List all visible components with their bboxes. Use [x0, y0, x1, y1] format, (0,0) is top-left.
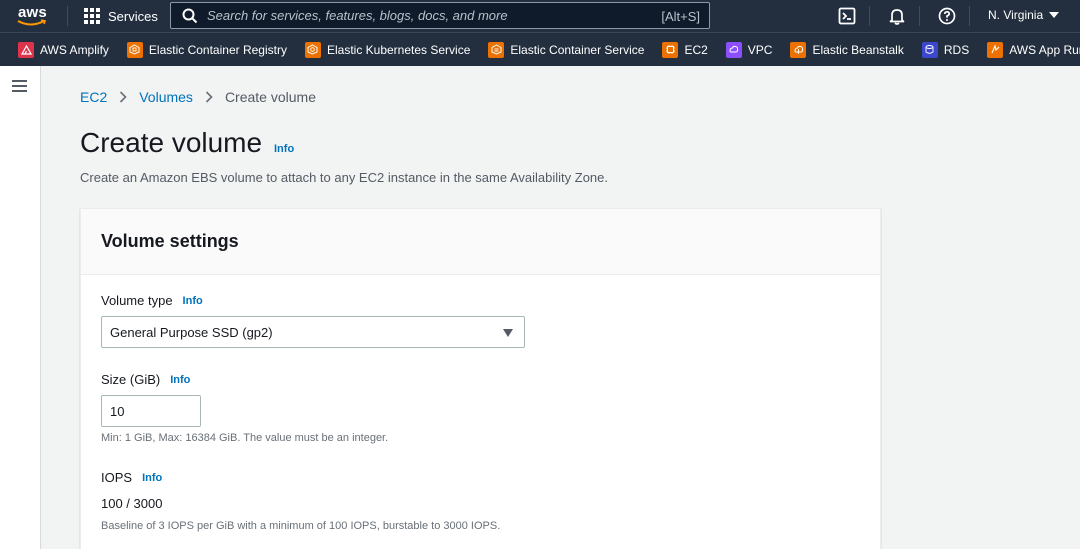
cloudshell-button[interactable] — [837, 6, 857, 26]
page-title: Create volume — [80, 127, 263, 158]
favorite-label: AWS App Runner — [1009, 42, 1080, 57]
breadcrumb: EC2 Volumes Create volume — [80, 89, 316, 105]
size-label: Size (GiB) Info — [101, 372, 190, 387]
favorite-label: VPC — [747, 42, 773, 57]
favorite-ecr[interactable]: Elastic Container Registry — [126, 41, 287, 58]
panel-header: Volume settings — [81, 209, 880, 275]
favorite-amplify[interactable]: AWS Amplify — [18, 41, 109, 58]
eks-icon — [304, 41, 321, 58]
cloudshell-icon — [838, 7, 856, 25]
vpc-icon — [725, 41, 742, 58]
favorite-ecs[interactable]: Elastic Container Service — [488, 41, 645, 58]
rds-icon — [921, 41, 938, 58]
page-info-link[interactable]: Info — [274, 143, 294, 155]
iops-label: IOPS Info — [101, 470, 162, 485]
volume-type-value: General Purpose SSD (gp2) — [110, 324, 273, 340]
favorite-label: RDS — [943, 42, 970, 57]
services-label: Services — [108, 8, 158, 24]
breadcrumb-ec2[interactable]: EC2 — [80, 89, 107, 105]
notifications-button[interactable] — [887, 6, 907, 26]
menu-toggle-button[interactable] — [12, 80, 27, 92]
iops-value: 100 / 3000 — [101, 496, 163, 511]
search-input[interactable] — [207, 8, 637, 23]
hamburger-icon — [12, 80, 27, 82]
breadcrumb-current: Create volume — [224, 89, 316, 105]
favorite-eks[interactable]: Elastic Kubernetes Service — [304, 41, 471, 58]
ec2-icon — [662, 41, 679, 58]
beanstalk-icon — [790, 41, 807, 58]
size-hint: Min: 1 GiB, Max: 16384 GiB. The value mu… — [101, 432, 389, 444]
chevron-right-icon — [205, 91, 213, 103]
aws-smile-icon — [17, 19, 47, 26]
favorite-rds[interactable]: RDS — [921, 41, 970, 58]
size-label-text: Size (GiB) — [101, 372, 161, 387]
bell-icon — [889, 9, 905, 25]
caret-down-icon — [1049, 12, 1060, 18]
breadcrumb-volumes[interactable]: Volumes — [139, 89, 193, 105]
iops-label-text: IOPS — [101, 470, 133, 485]
apprunner-icon — [987, 41, 1004, 58]
favorite-label: AWS Amplify — [40, 42, 109, 57]
region-selector[interactable]: N. Virginia — [988, 8, 1060, 22]
search-icon — [182, 8, 198, 23]
volume-type-label-text: Volume type — [101, 293, 173, 308]
volume-settings-panel: Volume settings Volume type Info General… — [80, 208, 881, 549]
favorite-label: Elastic Kubernetes Service — [326, 42, 471, 57]
volume-type-label: Volume type Info — [101, 293, 203, 308]
services-menu-button[interactable]: Services — [84, 6, 158, 26]
favorite-ec2[interactable]: EC2 — [662, 41, 708, 58]
ecr-icon — [126, 41, 143, 58]
iops-info-link[interactable]: Info — [142, 472, 162, 484]
favorites-bar: AWS Amplify Elastic Container Registry E… — [0, 32, 1080, 66]
search-bar[interactable]: [Alt+S] — [170, 2, 710, 29]
favorite-label: EC2 — [684, 42, 708, 57]
search-shortcut: [Alt+S] — [661, 9, 700, 24]
nav-divider — [919, 6, 920, 26]
favorite-label: Elastic Container Registry — [148, 42, 287, 57]
panel-title: Volume settings — [101, 231, 239, 251]
volume-type-info-link[interactable]: Info — [183, 295, 203, 307]
nav-divider — [67, 6, 68, 26]
nav-divider — [869, 6, 870, 26]
region-label: N. Virginia — [988, 8, 1044, 22]
size-input[interactable] — [101, 395, 201, 427]
grid-icon — [84, 8, 100, 24]
favorite-beanstalk[interactable]: Elastic Beanstalk — [790, 41, 904, 58]
chevron-right-icon — [119, 91, 127, 103]
nav-divider — [969, 6, 970, 26]
help-icon — [938, 7, 956, 25]
ecs-icon — [488, 41, 505, 58]
help-button[interactable] — [937, 6, 957, 26]
aws-logo[interactable]: aws — [16, 3, 50, 29]
iops-hint: Baseline of 3 IOPS per GiB with a minimu… — [101, 520, 501, 532]
top-navigation: aws Services [Alt+S] — [0, 0, 1080, 32]
favorite-label: Elastic Container Service — [510, 42, 645, 57]
volume-type-select[interactable]: General Purpose SSD (gp2) — [101, 316, 525, 348]
favorite-apprunner[interactable]: AWS App Runner — [987, 41, 1080, 58]
amplify-icon — [18, 41, 34, 58]
side-navigation-rail — [0, 66, 41, 549]
favorite-vpc[interactable]: VPC — [725, 41, 773, 58]
page-description: Create an Amazon EBS volume to attach to… — [80, 170, 608, 185]
caret-down-icon — [503, 329, 513, 337]
favorite-label: Elastic Beanstalk — [812, 42, 904, 57]
size-info-link[interactable]: Info — [170, 374, 190, 386]
